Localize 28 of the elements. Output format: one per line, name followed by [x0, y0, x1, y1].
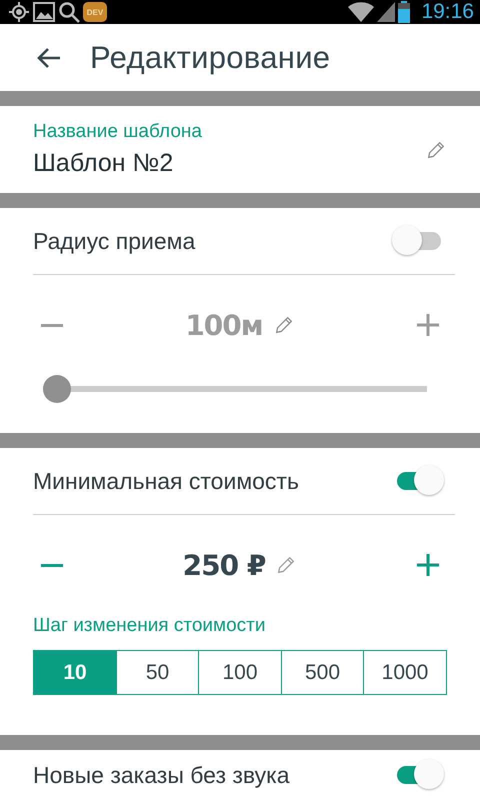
plus-icon — [415, 312, 441, 338]
setting-label: Новые заказы без звука — [33, 762, 290, 788]
step-option[interactable]: 500 — [280, 650, 364, 695]
template-name-value: Шаблон №2 — [33, 149, 174, 178]
clock-time: 19:16 — [421, 0, 474, 24]
slider-track[interactable] — [43, 375, 427, 403]
step-option[interactable]: 1000 — [363, 650, 447, 695]
value-text: 100м — [185, 308, 263, 342]
step-option[interactable]: 100 — [198, 650, 282, 695]
section-label: Шаг изменения стоимости — [33, 615, 266, 637]
slider-thumb[interactable] — [43, 375, 71, 403]
minus-icon — [41, 564, 63, 566]
minus-icon — [41, 324, 63, 326]
signal-icon — [377, 2, 396, 22]
image-icon — [33, 2, 55, 22]
plus-icon — [415, 552, 441, 578]
search-icon — [58, 1, 80, 23]
value-text: 250 ₽ — [182, 548, 266, 582]
location-icon — [8, 1, 30, 23]
setting-label: Минимальная стоимость — [33, 468, 299, 494]
setting-label: Радиус приема — [33, 228, 196, 254]
screen-title: Редактирование — [90, 40, 330, 76]
step-option[interactable]: 50 — [116, 650, 200, 695]
wifi-icon — [348, 2, 374, 22]
field-label: Название шаблона — [33, 121, 202, 143]
battery-icon — [398, 1, 410, 23]
plus-button[interactable] — [415, 552, 441, 578]
dev-badge: DEV — [83, 2, 107, 22]
